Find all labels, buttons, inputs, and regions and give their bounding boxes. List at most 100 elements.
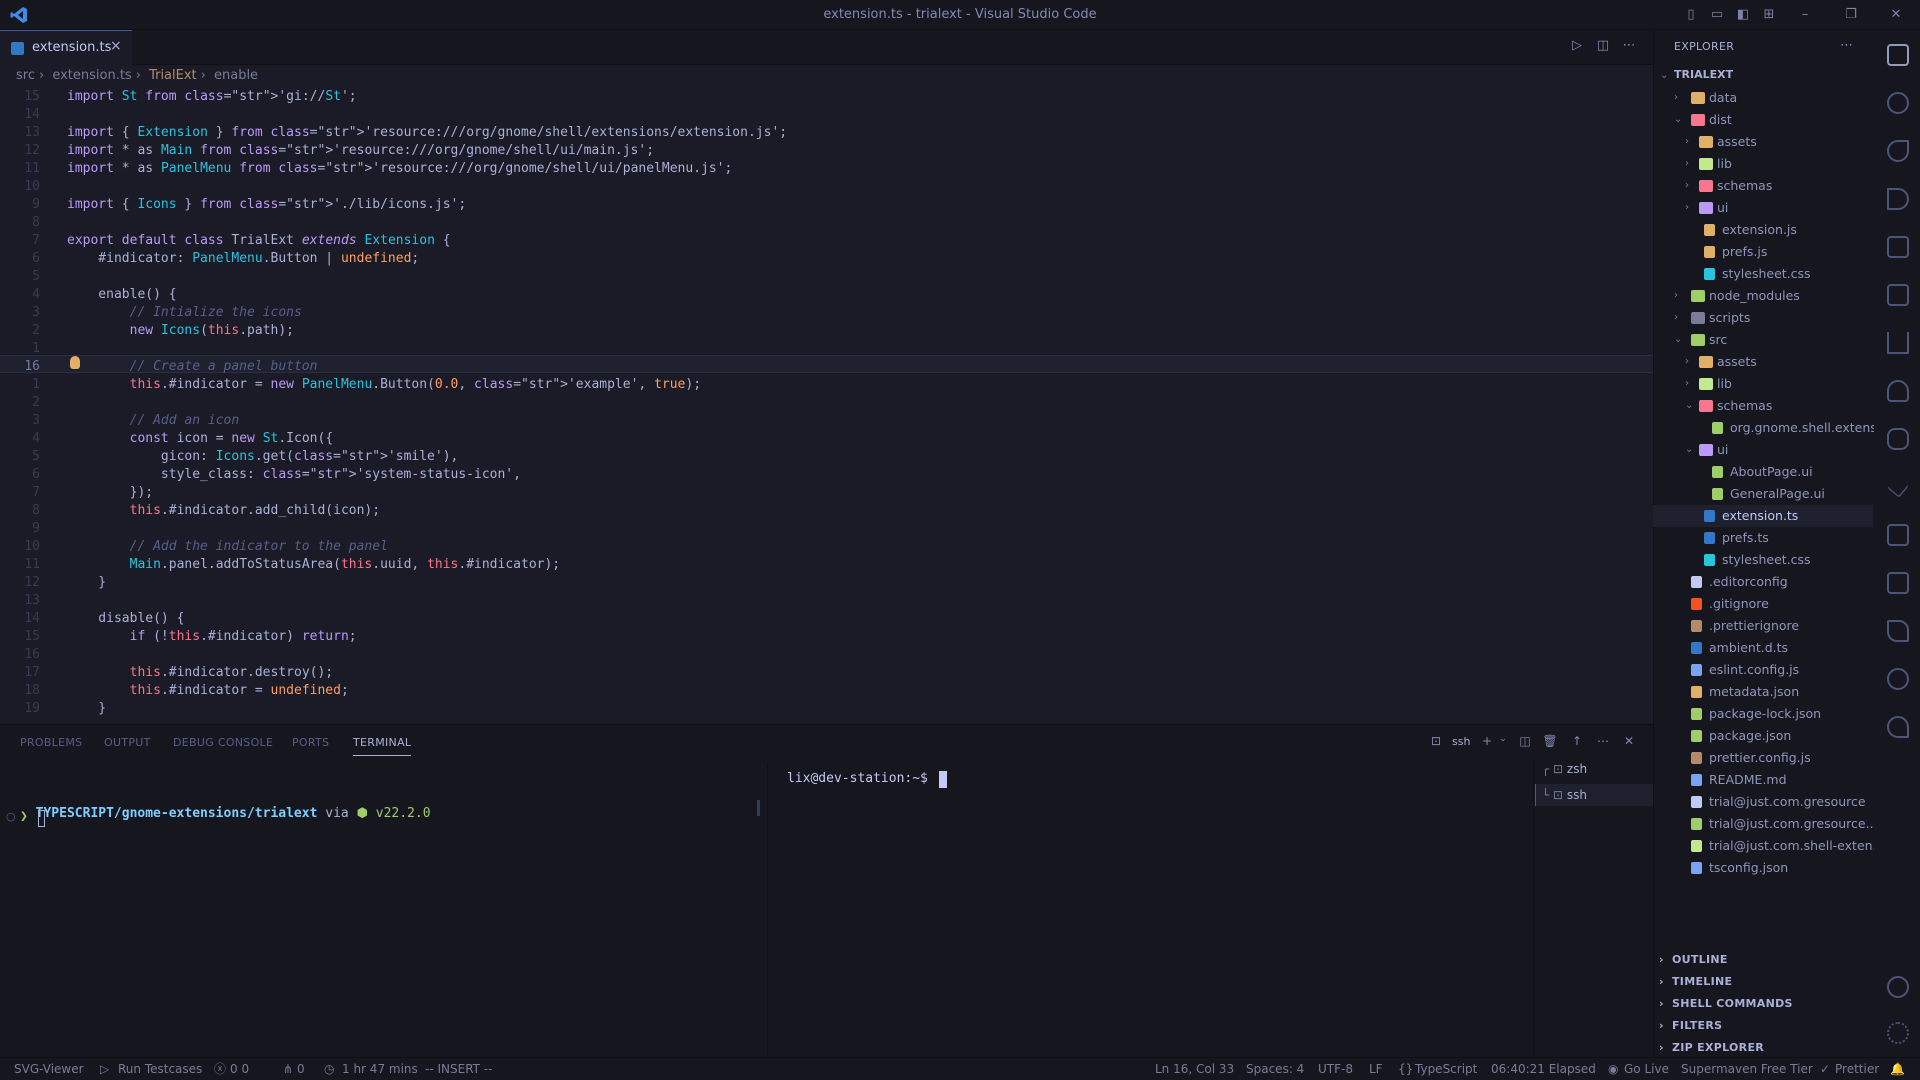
section-shell-commands[interactable]: › SHELL COMMANDS — [1659, 997, 1793, 1010]
breadcrumb-class[interactable]: TrialExt — [149, 68, 197, 83]
restore-icon[interactable]: ❐ — [1843, 7, 1859, 23]
settings-sync-icon[interactable] — [1887, 524, 1909, 546]
chevron-right-icon[interactable]: › — [1685, 153, 1689, 175]
folder-ui[interactable]: ⌄ ui — [1653, 439, 1873, 461]
refresh-icon[interactable] — [1887, 716, 1909, 738]
file--gitignore[interactable]: .gitignore — [1653, 593, 1873, 615]
remote-explorer-icon[interactable] — [1887, 284, 1909, 306]
manage-gear-icon[interactable] — [1887, 1022, 1909, 1044]
folder-data[interactable]: › data — [1653, 87, 1873, 109]
file-org-gnome-shell-extens-[interactable]: org.gnome.shell.extens... — [1653, 417, 1889, 439]
close-panel-icon[interactable]: ✕ — [1620, 734, 1638, 752]
source-control-icon[interactable] — [1887, 140, 1909, 162]
split-editor-icon[interactable]: ◫ — [1594, 38, 1612, 56]
code-editor[interactable]: 15 14 13 12 11 10 9 8 7 6 5 4 3 2 1 16 1 2 3 4 5 6 7 8 9 10 11 12 13… — [0, 87, 1653, 724]
bell-icon[interactable]: 🔔 — [1890, 1058, 1905, 1080]
maximize-panel-icon[interactable]: ↑ — [1568, 734, 1586, 752]
chevron-down-icon[interactable]: ⌄ — [1685, 395, 1693, 417]
terminal-split-divider[interactable] — [767, 762, 768, 1057]
chevron-down-icon[interactable]: ⌄ — [1674, 329, 1682, 351]
file-package-lock-json[interactable]: package-lock.json — [1653, 703, 1873, 725]
chevron-down-icon[interactable]: ⌄ — [1685, 439, 1693, 461]
folder-ui[interactable]: › ui — [1653, 197, 1873, 219]
status-indentation[interactable]: Spaces: 4 — [1246, 1058, 1304, 1080]
chevron-right-icon[interactable]: › — [1674, 87, 1678, 109]
file-prefs-js[interactable]: prefs.js — [1653, 241, 1873, 263]
customize-layout-icon[interactable]: ⊞ — [1761, 7, 1777, 23]
folder-dist[interactable]: ⌄ dist — [1653, 109, 1873, 131]
shapes-icon[interactable] — [1887, 572, 1909, 594]
tab-ports[interactable]: PORTS — [292, 736, 329, 749]
more-actions-icon[interactable]: ⋯ — [1620, 38, 1638, 56]
extensions-icon[interactable] — [1887, 236, 1909, 258]
tab-terminal[interactable]: TERMINAL — [353, 736, 412, 756]
file-stylesheet-css[interactable]: stylesheet.css — [1653, 549, 1873, 571]
terminal-instance-ssh[interactable]: └ ⊡ ssh — [1542, 784, 1587, 806]
file-readme-md[interactable]: README.md — [1653, 769, 1873, 791]
file-eslint-config-js[interactable]: eslint.config.js — [1653, 659, 1873, 681]
status-cursor-position[interactable]: Ln 16, Col 33 — [1155, 1058, 1234, 1080]
git-graph-icon[interactable] — [1887, 668, 1909, 690]
breadcrumb-file[interactable]: extension.ts — [52, 68, 131, 83]
file-generalpage-ui[interactable]: GeneralPage.ui — [1653, 483, 1873, 505]
close-window-icon[interactable]: ✕ — [1888, 7, 1904, 23]
folder-schemas[interactable]: › schemas — [1653, 175, 1873, 197]
status-supermaven[interactable]: Supermaven Free Tier — [1681, 1058, 1813, 1080]
file-trial-just-com-gresource-[interactable]: trial@just.com.gresource... — [1653, 813, 1878, 835]
folder-lib[interactable]: › lib — [1653, 373, 1873, 395]
chevron-right-icon[interactable]: › — [1685, 197, 1689, 219]
chevron-right-icon[interactable]: › — [1685, 351, 1689, 373]
status-encoding[interactable]: UTF-8 — [1318, 1058, 1353, 1080]
chevron-right-icon[interactable]: › — [1674, 285, 1678, 307]
file-tsconfig-json[interactable]: tsconfig.json — [1653, 857, 1873, 879]
tab-extension-ts[interactable]: extension.ts × — [0, 30, 132, 65]
terminal-scrollbar[interactable] — [757, 800, 760, 816]
status-prettier[interactable]: Prettier — [1835, 1058, 1879, 1080]
chevron-down-icon[interactable]: ⌄ — [1660, 70, 1668, 81]
split-terminal-icon[interactable]: ◫ — [1516, 734, 1534, 752]
status-ports[interactable]: 0 — [297, 1058, 305, 1080]
feather-icon[interactable] — [1887, 620, 1909, 642]
terminal-left[interactable]: TYPESCRIPT/gnome-extensions/trialext via… — [20, 791, 431, 821]
toggle-panel-icon[interactable]: ▭ — [1709, 7, 1725, 23]
section-filters[interactable]: › FILTERS — [1659, 1019, 1722, 1032]
minimize-icon[interactable]: – — [1797, 7, 1813, 23]
folder-scripts[interactable]: › scripts — [1653, 307, 1873, 329]
toggle-secondary-sidebar-icon[interactable]: ◧ — [1735, 7, 1751, 23]
chevron-right-icon[interactable]: › — [1685, 131, 1689, 153]
explorer-more-icon[interactable]: ⋯ — [1840, 38, 1853, 53]
file-ambient-d-ts[interactable]: ambient.d.ts — [1653, 637, 1873, 659]
run-icon[interactable]: ▷ — [1568, 38, 1586, 56]
terminal-right-prompt[interactable]: lix@dev-station:~$ — [787, 771, 928, 786]
breadcrumb-method[interactable]: enable — [214, 68, 258, 83]
status-time[interactable]: 1 hr 47 mins — [342, 1058, 418, 1080]
tab-problems[interactable]: PROBLEMS — [20, 736, 82, 749]
explorer-icon[interactable] — [1887, 44, 1909, 66]
docker-icon[interactable] — [1887, 380, 1909, 402]
lightbulb-icon[interactable] — [70, 356, 80, 369]
terminal-instance-zsh[interactable]: ┌ ⊡ zsh — [1542, 762, 1587, 776]
chevron-down-icon[interactable]: ⌄ — [1674, 109, 1682, 131]
tab-debug-console[interactable]: DEBUG CONSOLE — [173, 736, 273, 749]
folder-lib[interactable]: › lib — [1653, 153, 1873, 175]
checkmark-icon[interactable] — [1887, 476, 1909, 498]
folder-schemas[interactable]: ⌄ schemas — [1653, 395, 1873, 417]
chart-icon[interactable] — [1887, 332, 1909, 354]
breadcrumb-src[interactable]: src — [16, 68, 35, 83]
status-eol[interactable]: LF — [1369, 1058, 1383, 1080]
toggle-sidebar-icon[interactable]: ▯ — [1683, 7, 1699, 23]
section-zip-explorer[interactable]: › ZIP EXPLORER — [1659, 1041, 1764, 1054]
accounts-icon[interactable] — [1887, 976, 1909, 998]
file-prettier-config-js[interactable]: prettier.config.js — [1653, 747, 1873, 769]
file-package-json[interactable]: package.json — [1653, 725, 1873, 747]
status-go-live[interactable]: Go Live — [1624, 1058, 1669, 1080]
file--prettierignore[interactable]: .prettierignore — [1653, 615, 1873, 637]
folder-node-modules[interactable]: › node_modules — [1653, 285, 1873, 307]
workspace-root[interactable]: TRIALEXT — [1674, 68, 1733, 81]
file--editorconfig[interactable]: .editorconfig — [1653, 571, 1873, 593]
status-elapsed[interactable]: 06:40:21 Elapsed — [1491, 1058, 1596, 1080]
status-svg-viewer[interactable]: SVG-Viewer — [14, 1058, 84, 1080]
chevron-down-icon[interactable]: ⌄ — [1494, 734, 1512, 752]
file-aboutpage-ui[interactable]: AboutPage.ui — [1653, 461, 1873, 483]
file-extension-ts[interactable]: extension.ts — [1653, 505, 1873, 527]
